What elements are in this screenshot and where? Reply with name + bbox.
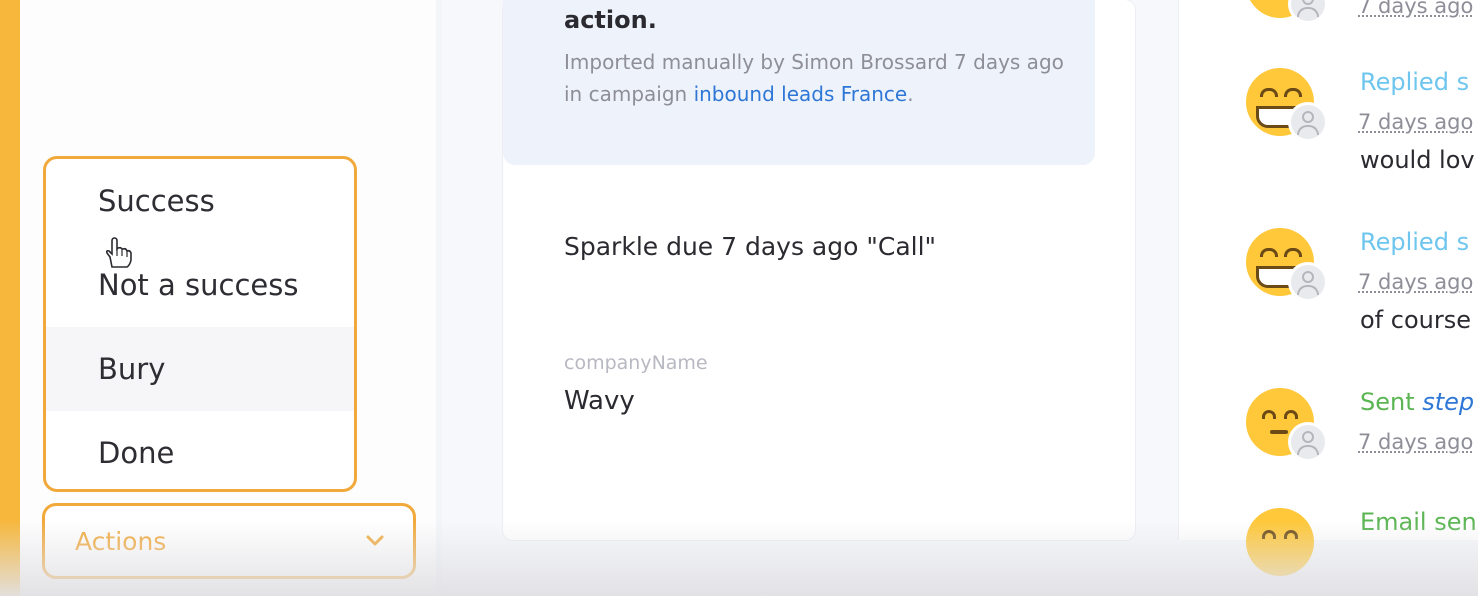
user-avatar-icon bbox=[1288, 102, 1328, 142]
chevron-down-icon bbox=[366, 535, 384, 546]
menu-item-label: Bury bbox=[98, 352, 166, 386]
import-info-text: Imported manually by Simon Brossard 7 da… bbox=[564, 46, 1064, 110]
activity-date[interactable]: 7 days ago bbox=[1358, 110, 1473, 134]
menu-item-bury[interactable]: Bury bbox=[46, 327, 354, 411]
menu-item-success[interactable]: Success bbox=[46, 159, 354, 243]
activity-date[interactable]: 7 days ago bbox=[1358, 0, 1473, 18]
sparkle-task: Sparkle due 7 days ago "Call" bbox=[564, 232, 937, 261]
menu-item-done[interactable]: Done bbox=[46, 411, 354, 489]
campaign-link[interactable]: inbound leads France bbox=[694, 82, 908, 106]
activity-message: would lov bbox=[1360, 146, 1475, 174]
activity-message: of course bbox=[1360, 306, 1471, 334]
card-title: action. bbox=[564, 6, 657, 34]
actions-button-label: Actions bbox=[75, 526, 167, 556]
actions-dropdown-menu: Success Not a success Bury Done bbox=[43, 156, 357, 492]
menu-item-label: Success bbox=[98, 184, 215, 218]
thinking-emoji-icon bbox=[1246, 508, 1314, 576]
user-avatar-icon bbox=[1288, 262, 1328, 302]
menu-item-not-a-success[interactable]: Not a success bbox=[46, 243, 354, 327]
activity-title: Sent step bbox=[1360, 388, 1474, 416]
accent-bar bbox=[0, 0, 20, 596]
hand-cursor-icon bbox=[105, 237, 132, 268]
menu-item-label: Not a success bbox=[98, 268, 299, 302]
activity-title-text: Sent bbox=[1360, 388, 1423, 416]
field-label: companyName bbox=[564, 352, 708, 374]
activity-title: Email sen bbox=[1360, 508, 1477, 536]
menu-item-label: Done bbox=[98, 436, 175, 470]
step-link[interactable]: step bbox=[1422, 388, 1474, 416]
field-value: Wavy bbox=[564, 386, 635, 416]
activity-title: Replied s bbox=[1360, 68, 1470, 96]
activity-title: Replied s bbox=[1360, 228, 1470, 256]
activity-date[interactable]: 7 days ago bbox=[1358, 270, 1473, 294]
import-info-suffix: . bbox=[907, 82, 914, 106]
activity-date[interactable]: 7 days ago bbox=[1358, 430, 1473, 454]
actions-button[interactable]: Actions bbox=[42, 503, 416, 579]
user-avatar-icon bbox=[1288, 422, 1328, 462]
